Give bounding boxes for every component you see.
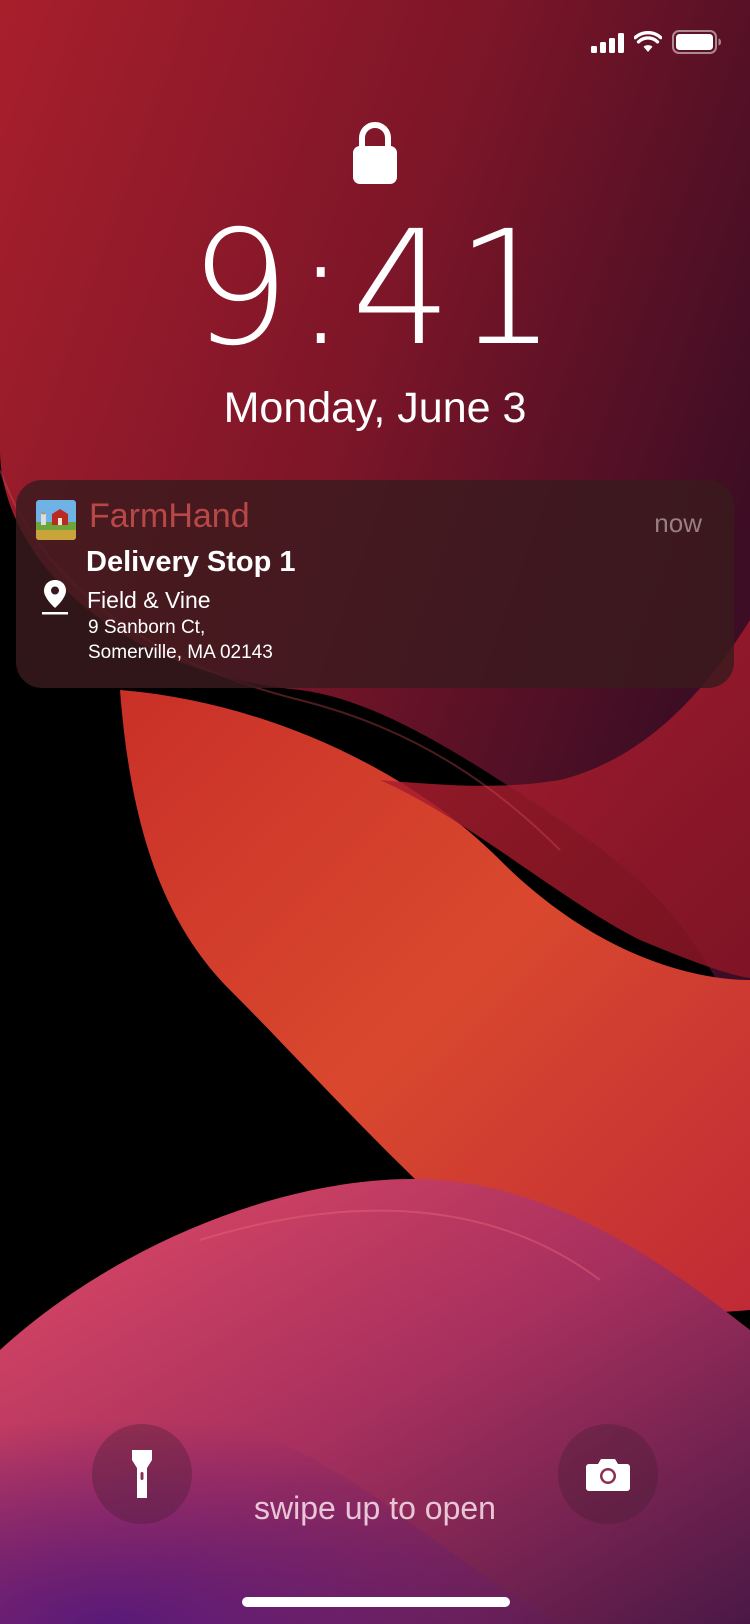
notification-app-name: FarmHand xyxy=(89,497,250,535)
battery-icon xyxy=(672,30,721,54)
address-line-2: Somerville, MA 02143 xyxy=(88,642,273,663)
notification-address: 9 Sanborn Ct, Somerville, MA 02143 xyxy=(88,615,273,665)
lock-icon xyxy=(353,122,397,184)
swipe-up-hint: swipe up to open xyxy=(254,1490,496,1526)
notification-time: now xyxy=(654,508,702,538)
notification-title: Delivery Stop 1 xyxy=(86,546,296,578)
notification-card[interactable]: FarmHand now Delivery Stop 1 Field & Vin… xyxy=(16,480,734,688)
address-line-1: 9 Sanborn Ct, xyxy=(88,617,206,638)
home-indicator[interactable] xyxy=(242,1597,510,1607)
notification-place: Field & Vine xyxy=(87,587,211,613)
camera-icon xyxy=(586,1459,630,1491)
clock-time: 9:41 xyxy=(189,197,561,381)
wifi-icon xyxy=(634,31,662,52)
map-pin-icon xyxy=(42,580,68,615)
clock-date: Monday, June 3 xyxy=(223,384,527,432)
cellular-signal-icon xyxy=(591,31,624,53)
status-bar xyxy=(591,30,722,54)
farm-barn-icon xyxy=(36,500,76,540)
